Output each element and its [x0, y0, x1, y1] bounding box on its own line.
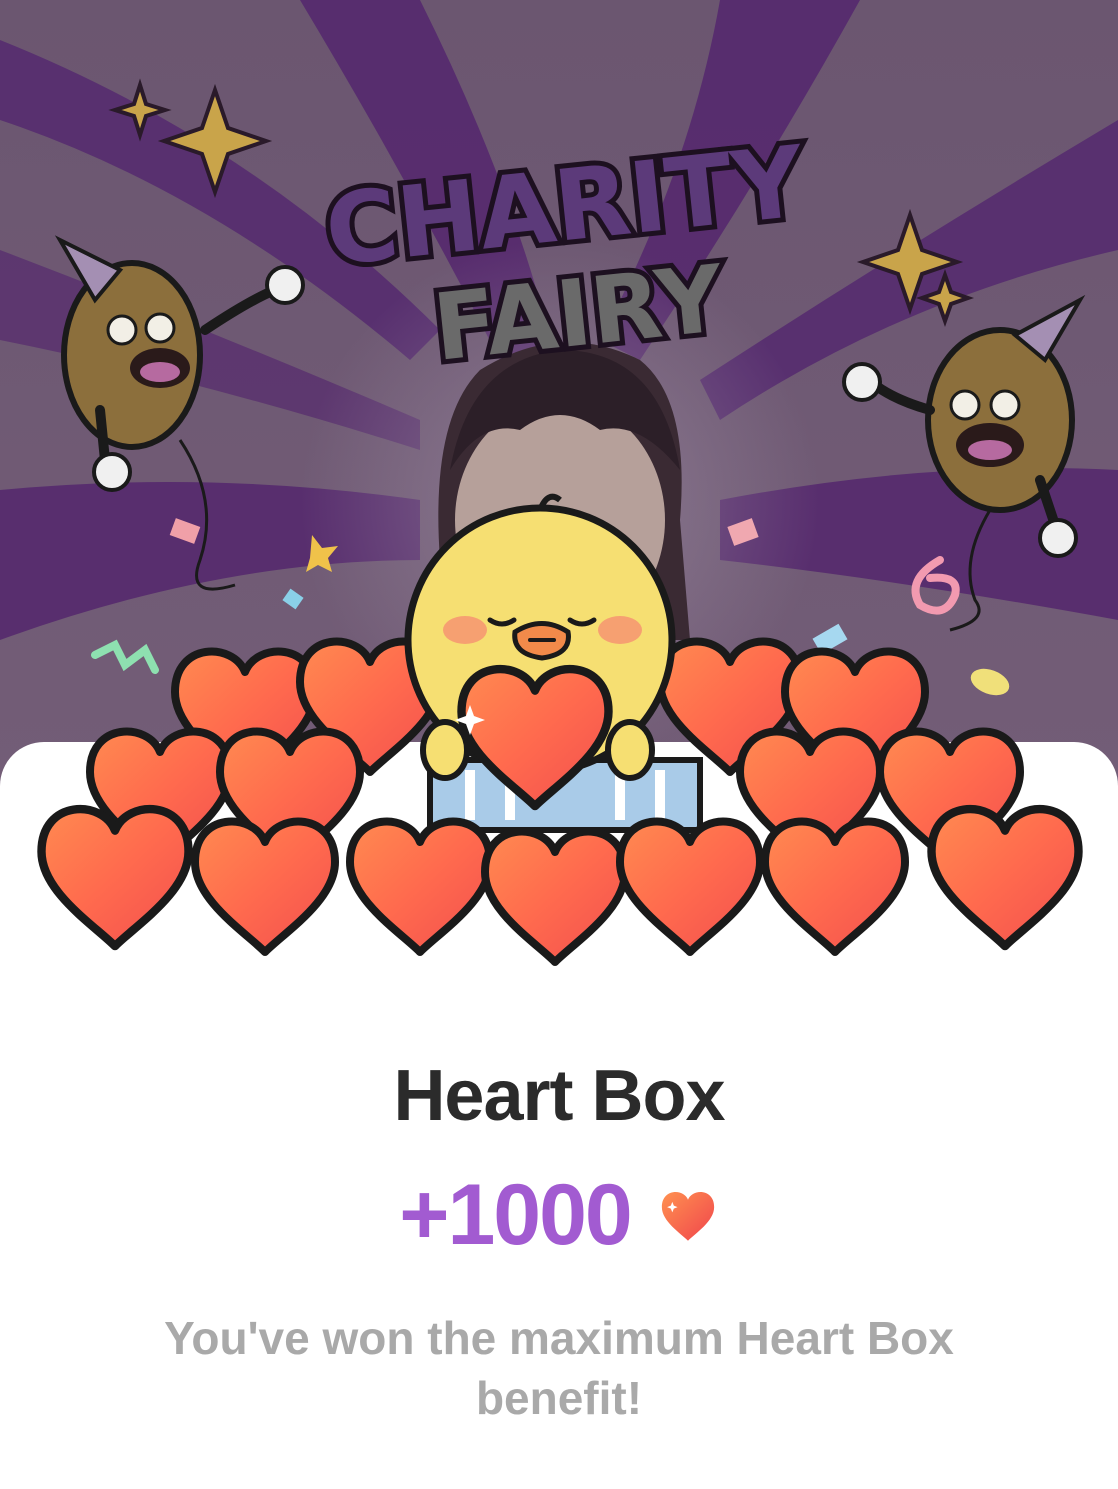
- heart-icon: [661, 1192, 714, 1241]
- reward-amount-row: +1000: [0, 1172, 1118, 1258]
- reward-amount: +1000: [399, 1167, 633, 1263]
- hearts-pile: [0, 0, 1118, 1000]
- reward-message: You've won the maximum Heart Box benefit…: [164, 1312, 954, 1424]
- heart-box-screen: CHARITY FAIRY Heart Box +1000 You've won…: [0, 0, 1118, 1489]
- reward-title: Heart Box: [393, 1056, 725, 1136]
